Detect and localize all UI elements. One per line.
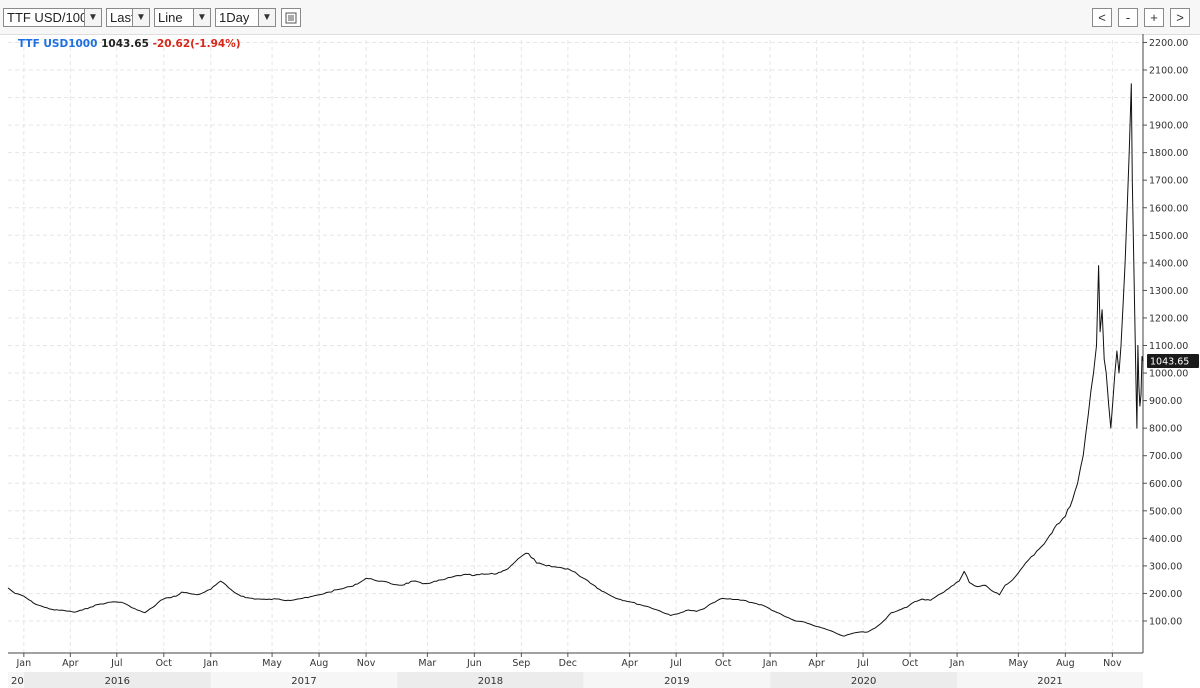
x-tick-label: Aug xyxy=(310,658,329,669)
year-label: 2020 xyxy=(851,676,876,687)
y-tick-label: 600.00 xyxy=(1149,479,1182,490)
x-tick-label: Jan xyxy=(762,658,778,669)
year-label: 2021 xyxy=(1037,676,1062,687)
year-label: 2017 xyxy=(291,676,316,687)
x-tick-label: Jul xyxy=(110,658,122,669)
interval-value: 1Day xyxy=(219,10,250,25)
y-tick-label: 400.00 xyxy=(1149,534,1182,545)
x-tick-label: Jan xyxy=(949,658,965,669)
y-tick-label: 700.00 xyxy=(1149,451,1182,462)
y-tick-label: 1700.00 xyxy=(1149,176,1188,187)
y-tick-label: 1300.00 xyxy=(1149,286,1188,297)
y-tick-label: 2200.00 xyxy=(1149,38,1188,49)
x-tick-label: Sep xyxy=(512,658,530,669)
symbol-dropdown-value: TTF USD/100 xyxy=(7,10,85,25)
indicators-button[interactable] xyxy=(281,8,301,27)
legend-symbol: TTF USD1000 xyxy=(18,38,98,50)
y-tick-label: 300.00 xyxy=(1149,561,1182,572)
scroll-left-button[interactable]: < xyxy=(1092,8,1112,27)
y-tick-label: 1600.00 xyxy=(1149,203,1188,214)
x-tick-label: Apr xyxy=(808,658,825,669)
y-tick-label: 2000.00 xyxy=(1149,93,1188,104)
x-tick-label: Nov xyxy=(357,658,376,669)
interval-dropdown[interactable]: 1Day ▼ xyxy=(215,8,276,27)
y-tick-label: 200.00 xyxy=(1149,589,1182,600)
chart-toolbar: TTF USD/100 ▼ Last ▼ Line ▼ 1Day ▼ < - +… xyxy=(0,0,1200,35)
x-tick-label: Dec xyxy=(559,658,577,669)
x-tick-label: Jul xyxy=(856,658,868,669)
price-series-line xyxy=(7,83,1144,637)
zoom-out-button[interactable]: - xyxy=(1118,8,1138,27)
scroll-right-button[interactable]: > xyxy=(1170,8,1190,27)
chevron-down-icon: ▼ xyxy=(193,9,210,26)
year-label: 2019 xyxy=(664,676,689,687)
y-tick-label: 1800.00 xyxy=(1149,148,1188,159)
price-field-value: Last xyxy=(110,10,135,25)
x-tick-label: Jul xyxy=(669,658,681,669)
list-icon xyxy=(285,12,297,24)
chart-style-value: Line xyxy=(158,10,183,25)
chevron-down-icon: ▼ xyxy=(84,9,101,26)
chevron-down-icon: ▼ xyxy=(258,9,275,26)
y-tick-label: 900.00 xyxy=(1149,396,1182,407)
price-chart[interactable]: 100.00 200.00 300.00 400.00 500.00 600.00 700.… xyxy=(0,34,1200,688)
x-tick-label: Jun xyxy=(466,658,482,669)
y-tick-label: 2100.00 xyxy=(1149,66,1188,77)
x-tick-label: Aug xyxy=(1056,658,1075,669)
chart-style-dropdown[interactable]: Line ▼ xyxy=(154,8,211,27)
x-tick-label: Oct xyxy=(715,658,732,669)
last-price-tag-label: 1043.65 xyxy=(1150,357,1189,368)
x-tick-label: Nov xyxy=(1103,658,1122,669)
x-tick-label: May xyxy=(262,658,282,669)
x-tick-label: Jan xyxy=(202,658,218,669)
x-tick-label: Jan xyxy=(16,658,32,669)
year-label: 2018 xyxy=(478,676,503,687)
chevron-down-icon: ▼ xyxy=(132,9,149,26)
x-tick-label: Apr xyxy=(62,658,79,669)
y-tick-label: 100.00 xyxy=(1149,617,1182,628)
legend-last-price: 1043.65 xyxy=(101,38,149,50)
y-tick-label: 1400.00 xyxy=(1149,258,1188,269)
y-tick-label: 500.00 xyxy=(1149,506,1182,517)
x-tick-label: Oct xyxy=(902,658,919,669)
y-tick-label: 1100.00 xyxy=(1149,341,1188,352)
y-tick-label: 1200.00 xyxy=(1149,313,1188,324)
legend-change: -20.62(-1.94%) xyxy=(152,38,241,50)
x-tick-label: Apr xyxy=(621,658,638,669)
y-tick-label: 1500.00 xyxy=(1149,231,1188,242)
year-label: 2016 xyxy=(105,676,130,687)
symbol-dropdown[interactable]: TTF USD/100 ▼ xyxy=(3,8,102,27)
y-tick-label: 1000.00 xyxy=(1149,369,1188,380)
chart-legend: TTF USD1000 1043.65 -20.62(-1.94%) xyxy=(18,38,241,50)
x-tick-label: Oct xyxy=(156,658,173,669)
x-tick-label: Mar xyxy=(418,658,436,669)
zoom-in-button[interactable]: + xyxy=(1144,8,1164,27)
y-tick-label: 1900.00 xyxy=(1149,121,1188,132)
x-tick-label: May xyxy=(1009,658,1029,669)
price-field-dropdown[interactable]: Last ▼ xyxy=(106,8,150,27)
y-tick-label: 800.00 xyxy=(1149,424,1182,435)
